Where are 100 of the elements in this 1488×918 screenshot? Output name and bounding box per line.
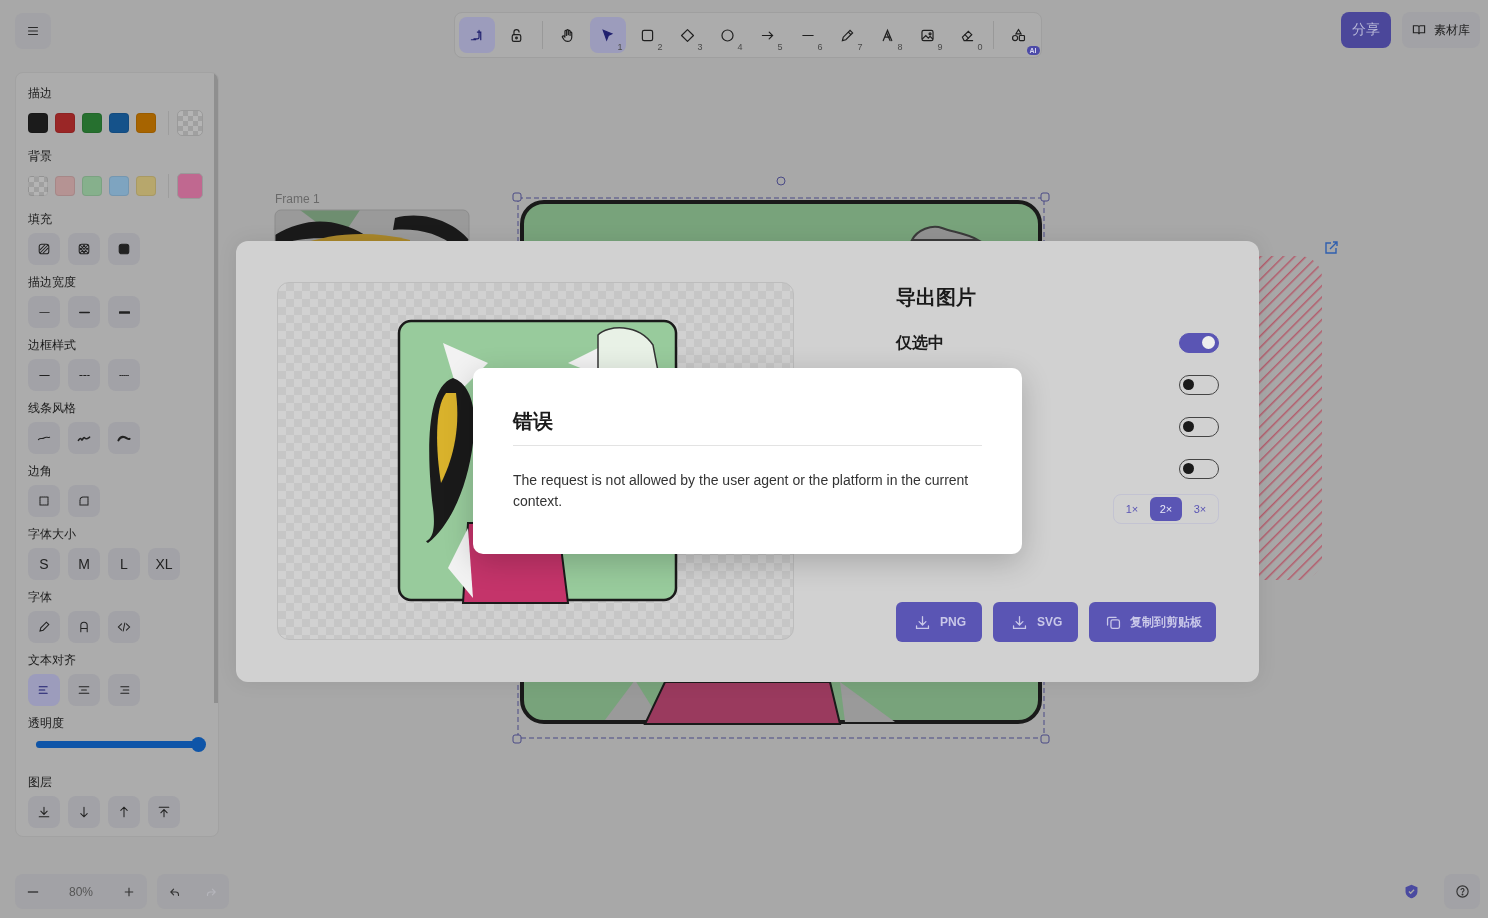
section-label: 线条风格 — [28, 400, 77, 416]
shortcut-number: 0 — [977, 42, 983, 52]
tool-button[interactable]: 4 — [709, 17, 746, 53]
option-button[interactable] — [68, 611, 100, 643]
option-button[interactable] — [108, 422, 140, 454]
tool-button[interactable]: 2 — [629, 17, 666, 53]
diamond-icon — [679, 26, 696, 44]
sharp-corner-icon — [36, 493, 52, 509]
code-icon — [116, 619, 132, 635]
shortcut-number: 2 — [657, 42, 663, 52]
round-corner-icon — [76, 493, 92, 509]
export-button[interactable]: 复制到剪贴板 — [1089, 602, 1217, 642]
option-button[interactable] — [68, 233, 100, 265]
bold-line-icon — [78, 309, 90, 315]
bring-to-front-icon — [156, 804, 172, 820]
option-button[interactable]: L — [108, 548, 140, 580]
shortcut-number: 8 — [897, 42, 903, 52]
dotted-line-icon — [118, 372, 130, 378]
slider-thumb[interactable] — [191, 737, 206, 752]
thick-line-icon — [118, 309, 130, 315]
color-swatch[interactable] — [28, 176, 48, 196]
current-color-swatch[interactable] — [177, 173, 203, 199]
section-label: 边框样式 — [28, 337, 77, 353]
color-swatch[interactable] — [109, 176, 129, 196]
color-swatch[interactable] — [55, 176, 75, 196]
toggle-switch[interactable] — [1179, 333, 1219, 353]
solid-line-icon — [38, 372, 50, 378]
tool-button[interactable]: 0 — [949, 17, 986, 53]
option-button[interactable]: XL — [148, 548, 180, 580]
color-swatch[interactable] — [28, 113, 48, 133]
download-icon — [1011, 613, 1028, 631]
option-button[interactable]: M — [68, 548, 100, 580]
color-swatch[interactable] — [82, 176, 102, 196]
minus-icon — [27, 889, 39, 894]
shield-icon[interactable] — [1403, 883, 1420, 900]
option-button[interactable]: S — [28, 548, 60, 580]
circle-icon — [719, 26, 736, 44]
option-button[interactable] — [108, 296, 140, 328]
tool-button[interactable]: 3 — [669, 17, 706, 53]
layer-button[interactable] — [108, 796, 140, 828]
error-message: The request is not allowed by the user agent or the platform in the current context. — [513, 471, 970, 511]
line-icon — [801, 32, 814, 38]
option-button[interactable] — [28, 611, 60, 643]
export-button[interactable]: PNG — [896, 602, 982, 642]
scale-option[interactable]: 2× — [1150, 497, 1182, 521]
menu-button[interactable] — [15, 13, 51, 49]
dialog-title: 错误 — [513, 409, 554, 434]
color-swatch[interactable] — [109, 113, 129, 133]
solid-fill-icon — [116, 241, 132, 257]
shapes-icon — [1010, 26, 1027, 44]
book-icon — [1412, 23, 1426, 37]
tool-button[interactable]: 5 — [749, 17, 786, 53]
help-button[interactable] — [1444, 874, 1480, 909]
shortcut-number: 3 — [697, 42, 703, 52]
tool-button[interactable]: 1 — [589, 17, 626, 53]
download-icon — [914, 613, 931, 631]
tool-button[interactable]: 6 — [789, 17, 826, 53]
section-label: 描边 — [28, 85, 53, 101]
shortcut-number: 1 — [617, 42, 623, 52]
option-button[interactable] — [68, 422, 100, 454]
scale-option[interactable]: 3× — [1184, 497, 1216, 521]
export-button[interactable]: SVG — [993, 602, 1079, 642]
help-icon — [1454, 884, 1470, 899]
tool-button[interactable]: 8 — [869, 17, 906, 53]
thin-line-icon — [38, 309, 50, 315]
layer-button[interactable] — [28, 796, 60, 828]
dialog-title: 导出图片 — [896, 285, 977, 310]
color-swatch[interactable] — [82, 113, 102, 133]
option-button[interactable] — [108, 233, 140, 265]
send-to-back-icon — [36, 804, 52, 820]
share-button[interactable]: 分享 — [1341, 12, 1391, 48]
current-color-swatch[interactable] — [177, 110, 203, 136]
color-swatch[interactable] — [136, 113, 156, 133]
library-button[interactable]: 素材库 — [1402, 12, 1480, 48]
section-label: 字体大小 — [28, 526, 77, 542]
external-link-icon[interactable] — [1325, 241, 1338, 254]
hatch-fill-icon — [36, 241, 52, 257]
color-swatch[interactable] — [136, 176, 156, 196]
tool-button[interactable]: 7 — [829, 17, 866, 53]
color-swatch[interactable] — [55, 113, 75, 133]
section-label: 边角 — [28, 463, 53, 479]
section-label: 字体 — [28, 589, 53, 605]
toggle-label: 仅选中 — [896, 332, 944, 353]
option-button[interactable] — [28, 233, 60, 265]
frame-label: Frame 1 — [275, 192, 320, 206]
tool-button[interactable]: 9 — [909, 17, 946, 53]
shortcut-number: 5 — [777, 42, 783, 52]
layer-button[interactable] — [68, 796, 100, 828]
menu-icon — [26, 24, 40, 38]
section-label: 描边宽度 — [28, 274, 77, 290]
layer-button[interactable] — [148, 796, 180, 828]
tool-button[interactable] — [458, 17, 495, 53]
option-button[interactable] — [108, 611, 140, 643]
shortcut-number: 6 — [817, 42, 823, 52]
section-label: 透明度 — [28, 715, 65, 731]
cross-hatch-icon — [76, 241, 92, 257]
scale-option[interactable]: 1× — [1116, 497, 1148, 521]
dashed-line-icon — [78, 372, 90, 378]
zoom-level[interactable]: 80% — [51, 884, 111, 899]
shortcut-number: 9 — [937, 42, 943, 52]
